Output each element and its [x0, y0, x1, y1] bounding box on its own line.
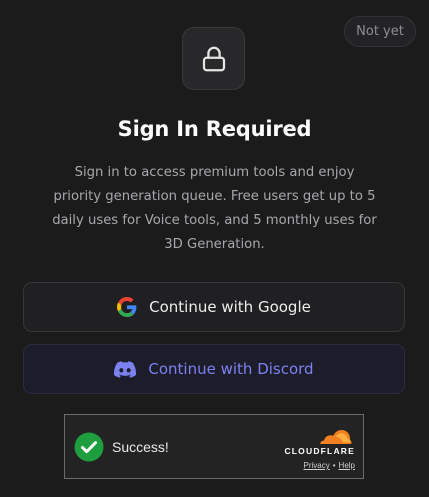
captcha-links: Privacy • Help	[304, 461, 356, 470]
cloudflare-logo-icon	[320, 430, 352, 444]
dialog-title: Sign In Required	[117, 117, 312, 141]
sign-in-modal: Not yet Sign In Required Sign in to acce…	[0, 0, 429, 497]
dialog-description: Sign in to access premium tools and enjo…	[52, 165, 377, 252]
lock-icon-container	[182, 27, 245, 90]
cloudflare-wordmark: CLOUDFLARE	[284, 446, 355, 456]
not-yet-button[interactable]: Not yet	[344, 16, 416, 47]
google-button-label: Continue with Google	[149, 298, 311, 316]
link-separator: •	[332, 461, 336, 470]
cloudflare-turnstile-widget[interactable]: Success! CLOUDFLARE Privacy • Help	[64, 414, 364, 479]
check-circle-icon	[74, 432, 104, 461]
continue-with-google-button[interactable]: Continue with Google	[23, 282, 405, 332]
help-link[interactable]: Help	[339, 461, 355, 470]
discord-button-label: Continue with Discord	[148, 360, 314, 378]
discord-icon	[114, 360, 137, 378]
captcha-status: Success!	[112, 438, 169, 455]
privacy-link[interactable]: Privacy	[304, 461, 330, 470]
lock-icon	[202, 46, 225, 71]
google-icon	[117, 297, 137, 317]
continue-with-discord-button[interactable]: Continue with Discord	[23, 344, 405, 394]
cloudflare-branding: CLOUDFLARE Privacy • Help	[284, 425, 355, 470]
